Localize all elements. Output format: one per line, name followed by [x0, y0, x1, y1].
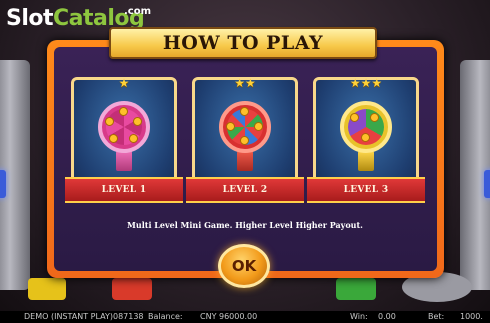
prize-wheel-icon — [98, 101, 150, 153]
ok-label: OK — [231, 257, 257, 275]
right-cabinet-light — [484, 170, 490, 198]
coin-icon — [254, 122, 263, 131]
coin-icon — [370, 113, 379, 122]
level-label: LEVEL 3 — [343, 185, 389, 195]
dialog-title-bar: HOW TO PLAY — [109, 27, 377, 59]
bet-label: Bet: — [428, 312, 445, 321]
win-label: Win: — [350, 312, 368, 321]
machine-button-yellow — [28, 278, 66, 300]
coin-icon — [119, 107, 128, 116]
level-ribbon: LEVEL 3 — [307, 177, 425, 203]
coin-icon — [361, 133, 370, 142]
dialog-description: Multi Level Mini Game. Higher Level High… — [127, 220, 363, 230]
level-ribbon: LEVEL 2 — [186, 177, 304, 203]
left-cabinet-panel — [0, 60, 30, 290]
logo-part-1: Slot — [6, 6, 54, 31]
logo-suffix: .com — [124, 6, 152, 17]
ok-button[interactable]: OK — [218, 244, 270, 288]
prize-wheel-icon — [340, 101, 392, 153]
coin-icon — [133, 117, 142, 126]
balance-value: CNY 96000.00 — [200, 312, 258, 321]
win-value: 0.00 — [378, 312, 396, 321]
right-cabinet-panel — [460, 60, 490, 290]
coin-icon — [226, 122, 235, 131]
bet-value: 1000. — [460, 312, 483, 321]
balance-label: Balance: — [148, 312, 183, 321]
star-rating-icon: ★★ — [234, 76, 256, 90]
wheel-stand — [237, 151, 253, 171]
level-card-3: ★★★ LEVEL 3 — [307, 73, 425, 211]
machine-button-red — [112, 278, 152, 300]
coin-icon — [105, 117, 114, 126]
coin-icon — [129, 134, 138, 143]
coin-icon — [240, 107, 249, 116]
status-bar: DEMO (INSTANT PLAY)087138 Balance: CNY 9… — [0, 311, 490, 323]
prize-wheel-icon — [219, 101, 271, 153]
left-cabinet-light — [0, 170, 6, 198]
level-label: LEVEL 1 — [101, 185, 147, 195]
dialog-title: HOW TO PLAY — [162, 32, 324, 54]
level-ribbon: LEVEL 1 — [65, 177, 183, 203]
coin-icon — [109, 134, 118, 143]
game-mode-text: DEMO (INSTANT PLAY)087138 — [24, 312, 144, 321]
level-card-1: ★ LEVEL 1 — [65, 73, 183, 211]
wheel-stand — [116, 151, 132, 171]
coin-icon — [350, 113, 359, 122]
wheel-stand — [358, 151, 374, 171]
star-rating-icon: ★ — [118, 76, 130, 90]
star-rating-icon: ★★★ — [349, 76, 383, 90]
level-card-2: ★★ LEVEL 2 — [186, 73, 304, 211]
machine-button-green — [336, 278, 376, 300]
level-label: LEVEL 2 — [222, 185, 268, 195]
coin-icon — [240, 136, 249, 145]
